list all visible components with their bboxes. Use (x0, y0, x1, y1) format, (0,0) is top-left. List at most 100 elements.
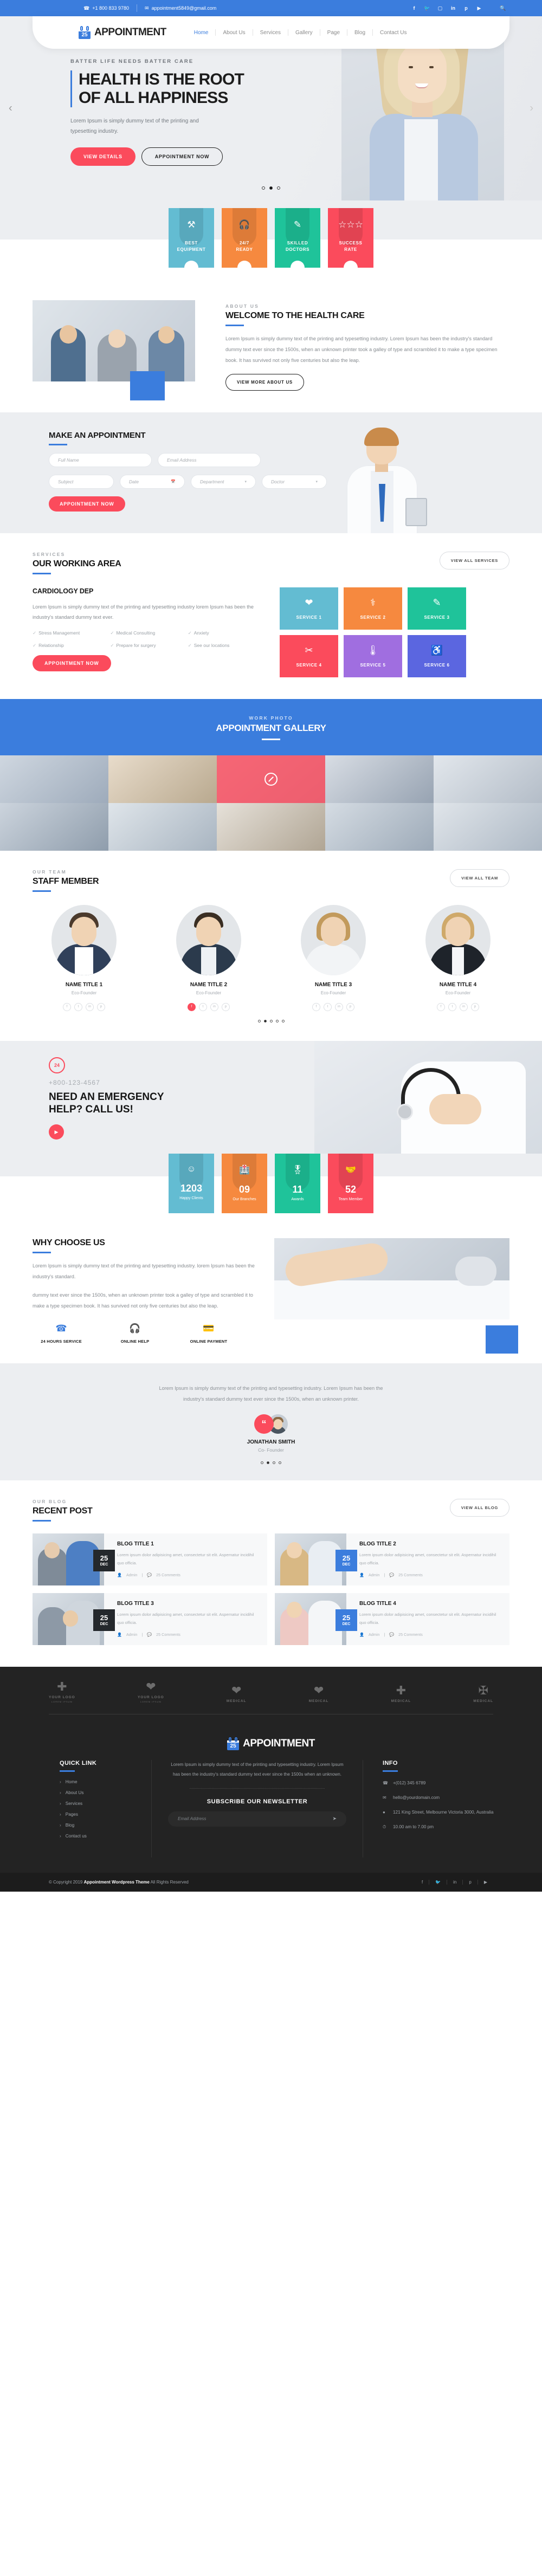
chevron-right-icon[interactable]: › (530, 102, 533, 115)
feature-card-best-equipment[interactable]: ⚒ BEST EQUIPMENT (169, 208, 214, 268)
pinterest-icon[interactable]: p (460, 3, 473, 13)
testimonial-dot-2[interactable] (267, 1461, 269, 1465)
hero-dot-3[interactable] (277, 186, 280, 190)
gallery-hover-overlay[interactable] (217, 755, 325, 803)
facebook-icon[interactable]: f (63, 1002, 71, 1011)
partner-logo-5[interactable]: ✚ MEDICAL (391, 1685, 411, 1704)
nav-item-about-us[interactable]: About Us (216, 30, 252, 36)
play-icon[interactable]: ▶ (49, 1124, 64, 1140)
view-all-blog-button[interactable]: VIEW ALL BLOG (449, 1499, 509, 1517)
partner-logo-1[interactable]: ✚ YOUR LOGO LOREM IPSUM (49, 1681, 75, 1704)
twitter-icon[interactable]: 🐦 (421, 3, 434, 13)
staff-dot-3[interactable] (269, 1019, 273, 1022)
gallery-cell[interactable] (108, 802, 217, 851)
footer-link-services[interactable]: Services (60, 1801, 151, 1806)
service-tile-2[interactable]: ⚕ SERVICE 2 (344, 587, 402, 630)
search-icon[interactable]: 🔍 (496, 3, 509, 13)
testimonial-dot-4[interactable] (279, 1461, 281, 1465)
staff-member-4[interactable]: NAME TITLE 4 Eco-Founder f t in p (406, 904, 509, 1011)
partner-logo-3[interactable]: ❤ MEDICAL (227, 1685, 247, 1704)
partner-logo-4[interactable]: ❤ MEDICAL (309, 1685, 329, 1704)
service-tile-1[interactable]: ❤ SERVICE 1 (280, 587, 338, 630)
twitter-icon[interactable]: t (199, 1002, 207, 1011)
nav-item-gallery[interactable]: Gallery (288, 30, 320, 36)
full-name-input[interactable]: Full Name (49, 452, 152, 467)
gallery-cell[interactable] (0, 802, 108, 851)
pinterest-icon[interactable]: p (463, 1880, 478, 1885)
footer-link-pages[interactable]: Pages (60, 1812, 151, 1817)
top-bar-phone[interactable]: ☎ +1 800 833 9780 (76, 5, 137, 11)
staff-dot-1[interactable] (257, 1019, 261, 1022)
twitter-icon[interactable]: t (324, 1002, 332, 1011)
gallery-cell[interactable] (325, 802, 434, 851)
staff-member-3[interactable]: NAME TITLE 3 Eco-Founder f t in p (282, 904, 385, 1011)
blog-title-text[interactable]: BLOG TITLE 4 (359, 1601, 503, 1607)
feature-card-24-7-ready[interactable]: 🎧 24/7 READY (222, 208, 267, 268)
nav-item-services[interactable]: Services (253, 30, 288, 36)
facebook-icon[interactable]: f (437, 1002, 445, 1011)
partner-logo-2[interactable]: ❤ YOUR LOGO LOREM IPSUM (138, 1681, 164, 1704)
twitter-icon[interactable]: t (448, 1002, 456, 1011)
footer-link-contact-us[interactable]: Contact us (60, 1834, 151, 1839)
hero-dot-2[interactable] (269, 186, 273, 190)
site-logo[interactable]: 25 APPOINTMENT (79, 26, 166, 39)
newsletter-email-input[interactable]: Email Address ➤ (168, 1811, 346, 1827)
chevron-left-icon[interactable]: ‹ (9, 102, 12, 115)
pinterest-icon[interactable]: p (346, 1002, 354, 1011)
blog-title-text[interactable]: BLOG TITLE 3 (117, 1601, 261, 1607)
nav-item-blog[interactable]: Blog (347, 30, 372, 36)
department-select[interactable]: Department ▾ (191, 474, 256, 489)
linkedin-icon[interactable]: in (335, 1002, 343, 1011)
linkedin-icon[interactable]: in (447, 3, 460, 13)
facebook-icon[interactable]: f (416, 1880, 430, 1885)
blog-card-4[interactable]: 25 DEC BLOG TITLE 4 Lorem ipsum dolor ad… (275, 1593, 509, 1646)
email-address-input[interactable]: Email Address (158, 452, 261, 467)
nav-item-page[interactable]: Page (320, 30, 347, 36)
footer-link-about-us[interactable]: About Us (60, 1790, 151, 1795)
hero-view-details-button[interactable]: VIEW DETAILS (70, 147, 136, 166)
date-input[interactable]: Date 📅 (120, 474, 185, 489)
staff-member-1[interactable]: NAME TITLE 1 Eco-Founder f t in p (33, 904, 136, 1011)
partner-logo-6[interactable]: ✠ MEDICAL (473, 1685, 493, 1704)
nav-item-home[interactable]: Home (187, 30, 216, 36)
feature-card-success-rate[interactable]: ☆☆☆ SUCCESS RATE (328, 208, 373, 268)
linkedin-icon[interactable]: in (460, 1002, 468, 1011)
service-tile-5[interactable]: 🌡 SERVICE 5 (344, 635, 402, 677)
gallery-cell[interactable] (0, 755, 108, 803)
nav-item-contact-us[interactable]: Contact Us (373, 30, 414, 36)
hero-appointment-now-button[interactable]: APPOINTMENT NOW (141, 147, 223, 166)
staff-member-2[interactable]: NAME TITLE 2 Eco-Founder f t in p (157, 904, 260, 1011)
gallery-cell[interactable] (325, 755, 434, 803)
testimonial-dot-3[interactable] (273, 1461, 275, 1465)
twitter-icon[interactable]: t (74, 1002, 82, 1011)
linkedin-icon[interactable]: in (210, 1002, 218, 1011)
facebook-icon[interactable]: f (188, 1002, 196, 1011)
footer-logo[interactable]: 25 APPOINTMENT (33, 1737, 509, 1751)
youtube-icon[interactable]: ▶ (478, 1880, 493, 1885)
instagram-icon[interactable]: ▢ (434, 3, 447, 13)
hero-dot-1[interactable] (262, 186, 265, 190)
send-icon[interactable]: ➤ (332, 1816, 337, 1822)
gallery-cell[interactable] (434, 755, 542, 803)
gallery-cell[interactable] (217, 755, 325, 803)
facebook-icon[interactable]: f (312, 1002, 320, 1011)
pinterest-icon[interactable]: p (471, 1002, 479, 1011)
service-tile-6[interactable]: ♿ SERVICE 6 (408, 635, 466, 677)
pinterest-icon[interactable]: p (222, 1002, 230, 1011)
blog-title-text[interactable]: BLOG TITLE 2 (359, 1541, 503, 1547)
top-bar-email[interactable]: ✉ appointment5849@gmail.com (137, 5, 224, 11)
facebook-icon[interactable]: f (408, 3, 421, 13)
blog-card-2[interactable]: 25 DEC BLOG TITLE 2 Lorem ipsum dolor ad… (275, 1533, 509, 1586)
feature-card-skilled-doctors[interactable]: ✎ SKILLED DOCTORS (275, 208, 320, 268)
subject-input[interactable]: Subject (49, 474, 114, 489)
staff-dot-5[interactable] (281, 1019, 285, 1022)
linkedin-icon[interactable]: in (447, 1880, 463, 1885)
footer-link-home[interactable]: Home (60, 1779, 151, 1784)
doctor-select[interactable]: Doctor ▾ (262, 474, 327, 489)
blog-title-text[interactable]: BLOG TITLE 1 (117, 1541, 261, 1547)
view-all-services-button[interactable]: VIEW ALL SERVICES (439, 551, 509, 569)
testimonial-dot-1[interactable] (261, 1461, 263, 1465)
staff-dot-4[interactable] (275, 1019, 279, 1022)
emergency-phone[interactable]: +800-123-4567 (49, 1079, 509, 1086)
about-view-more-button[interactable]: VIEW MORE ABOUT US (225, 373, 304, 391)
